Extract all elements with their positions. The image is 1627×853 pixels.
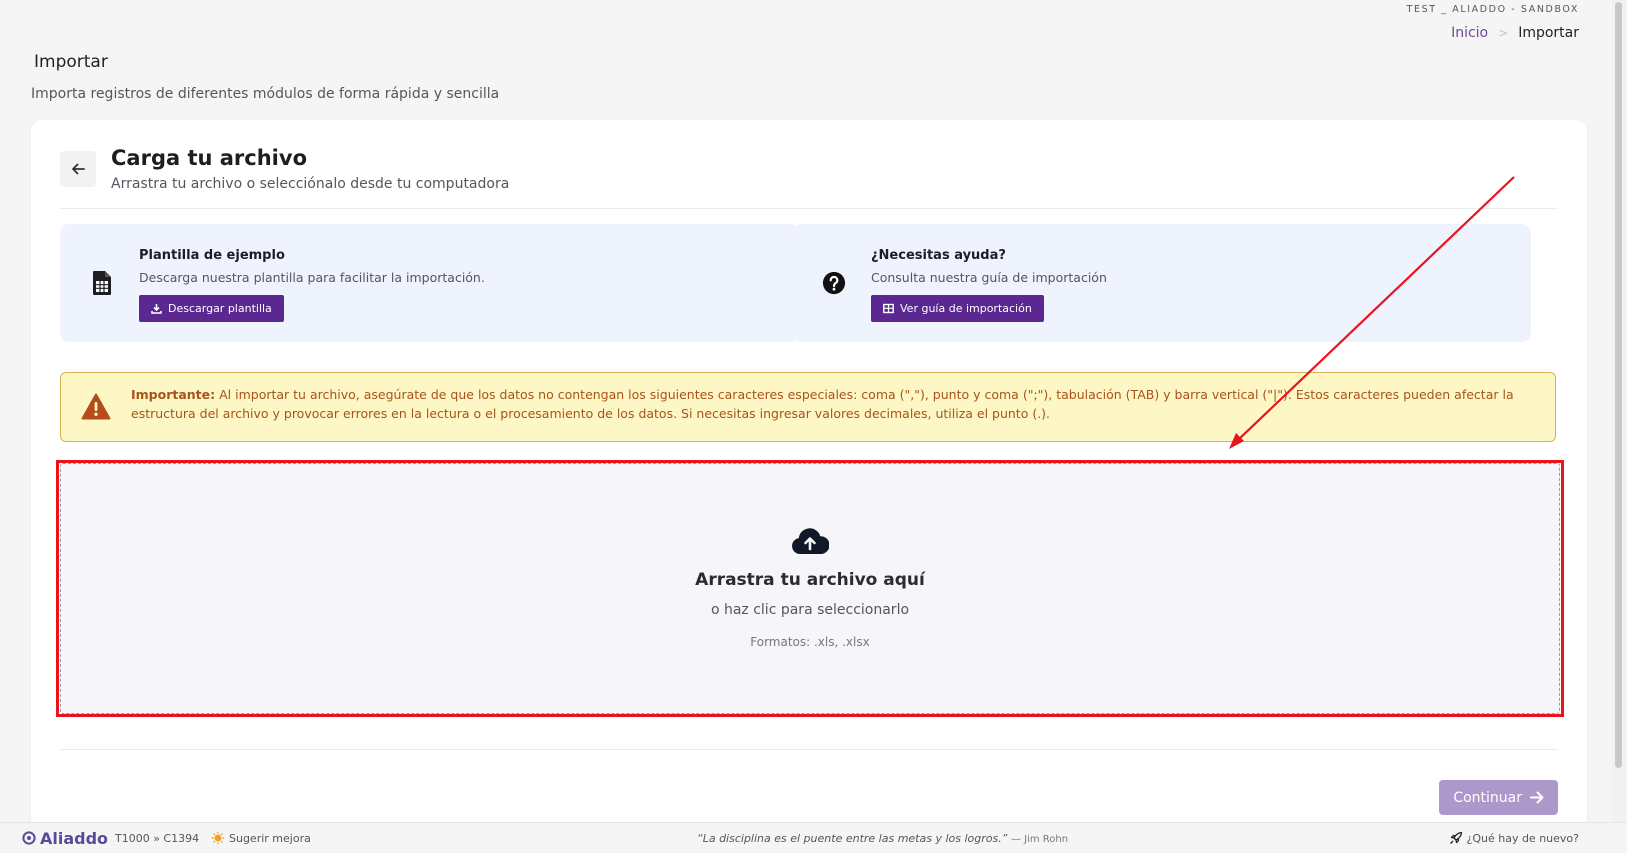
env-label: TEST _ ALIADDO - SANDBOX: [1406, 4, 1579, 15]
suggest-improvement-link[interactable]: Sugerir mejora: [211, 831, 311, 845]
card-title: Carga tu archivo: [111, 146, 307, 170]
warning-alert: Importante: Al importar tu archivo, aseg…: [60, 372, 1556, 442]
card-divider: [60, 208, 1558, 209]
warning-triangle-icon: [81, 393, 111, 420]
whats-new-link[interactable]: ¿Qué hay de nuevo?: [1449, 831, 1580, 845]
page-scrollbar[interactable]: [1612, 0, 1625, 822]
breadcrumb: Inicio > Importar: [1451, 25, 1579, 41]
download-template-button[interactable]: Descargar plantilla: [139, 295, 284, 322]
file-dropzone[interactable]: Arrastra tu archivo aquí o haz clic para…: [60, 463, 1560, 714]
table-icon: [883, 303, 894, 314]
footer-brand: Aliaddo: [22, 829, 108, 848]
quote-author: — Jim Rohn: [1010, 833, 1069, 845]
footer-brand-name: Aliaddo: [40, 828, 109, 848]
footer-bar: Aliaddo T1000 » C1394 Sugerir mejora “La…: [0, 822, 1627, 853]
warning-label: Importante:: [131, 387, 216, 402]
dropzone-formats: Formatos: .xls, .xlsx: [750, 635, 870, 649]
breadcrumb-home-link[interactable]: Inicio: [1451, 25, 1488, 41]
suggest-improvement-label: Sugerir mejora: [229, 831, 311, 845]
page-title: Importar: [34, 52, 108, 72]
spreadsheet-file-icon: [90, 268, 114, 298]
upload-card: Carga tu archivo Arrastra tu archivo o s…: [31, 120, 1587, 840]
breadcrumb-separator: >: [1498, 26, 1509, 40]
breadcrumb-current: Importar: [1518, 25, 1579, 41]
help-box-description: Consulta nuestra guía de importación: [871, 270, 1107, 285]
warning-text: Importante: Al importar tu archivo, aseg…: [131, 385, 1531, 423]
download-template-label: Descargar plantilla: [168, 302, 272, 315]
whats-new-label: ¿Qué hay de nuevo?: [1466, 831, 1580, 845]
help-box: ¿Necesitas ayuda? Consulta nuestra guía …: [792, 224, 1531, 342]
cloud-upload-icon: [792, 528, 829, 554]
footer-quote: “La disciplina es el puente entre las me…: [697, 832, 1068, 845]
lightbulb-icon: [211, 831, 225, 845]
quote-text: “La disciplina es el puente entre las me…: [697, 831, 1008, 845]
card-subtitle: Arrastra tu archivo o selecciónalo desde…: [111, 176, 510, 192]
arrow-left-icon: [72, 163, 85, 175]
continue-button[interactable]: Continuar: [1439, 780, 1558, 815]
rocket-icon: [1449, 831, 1462, 844]
question-circle-icon: [822, 268, 846, 298]
template-box: Plantilla de ejemplo Descarga nuestra pl…: [60, 224, 799, 342]
continue-label: Continuar: [1453, 789, 1522, 806]
dropzone-subtitle: o haz clic para seleccionarlo: [710, 602, 910, 618]
download-icon: [151, 304, 162, 314]
aliaddo-logo-icon: [22, 831, 36, 845]
scrollbar-thumb[interactable]: [1615, 2, 1622, 768]
back-button[interactable]: [60, 151, 96, 187]
footer-divider: [60, 749, 1558, 750]
view-guide-label: Ver guía de importación: [900, 302, 1032, 315]
help-box-title: ¿Necesitas ayuda?: [871, 248, 1006, 263]
arrow-right-icon: [1530, 791, 1544, 804]
dropzone-title: Arrastra tu archivo aquí: [695, 570, 925, 590]
page-subtitle: Importa registros de diferentes módulos …: [31, 86, 500, 102]
warning-body: Al importar tu archivo, asegúrate de que…: [131, 387, 1514, 421]
template-box-description: Descarga nuestra plantilla para facilita…: [139, 270, 485, 285]
view-guide-button[interactable]: Ver guía de importación: [871, 295, 1044, 322]
footer-tenant: T1000 » C1394: [115, 831, 200, 845]
template-box-title: Plantilla de ejemplo: [139, 248, 285, 263]
